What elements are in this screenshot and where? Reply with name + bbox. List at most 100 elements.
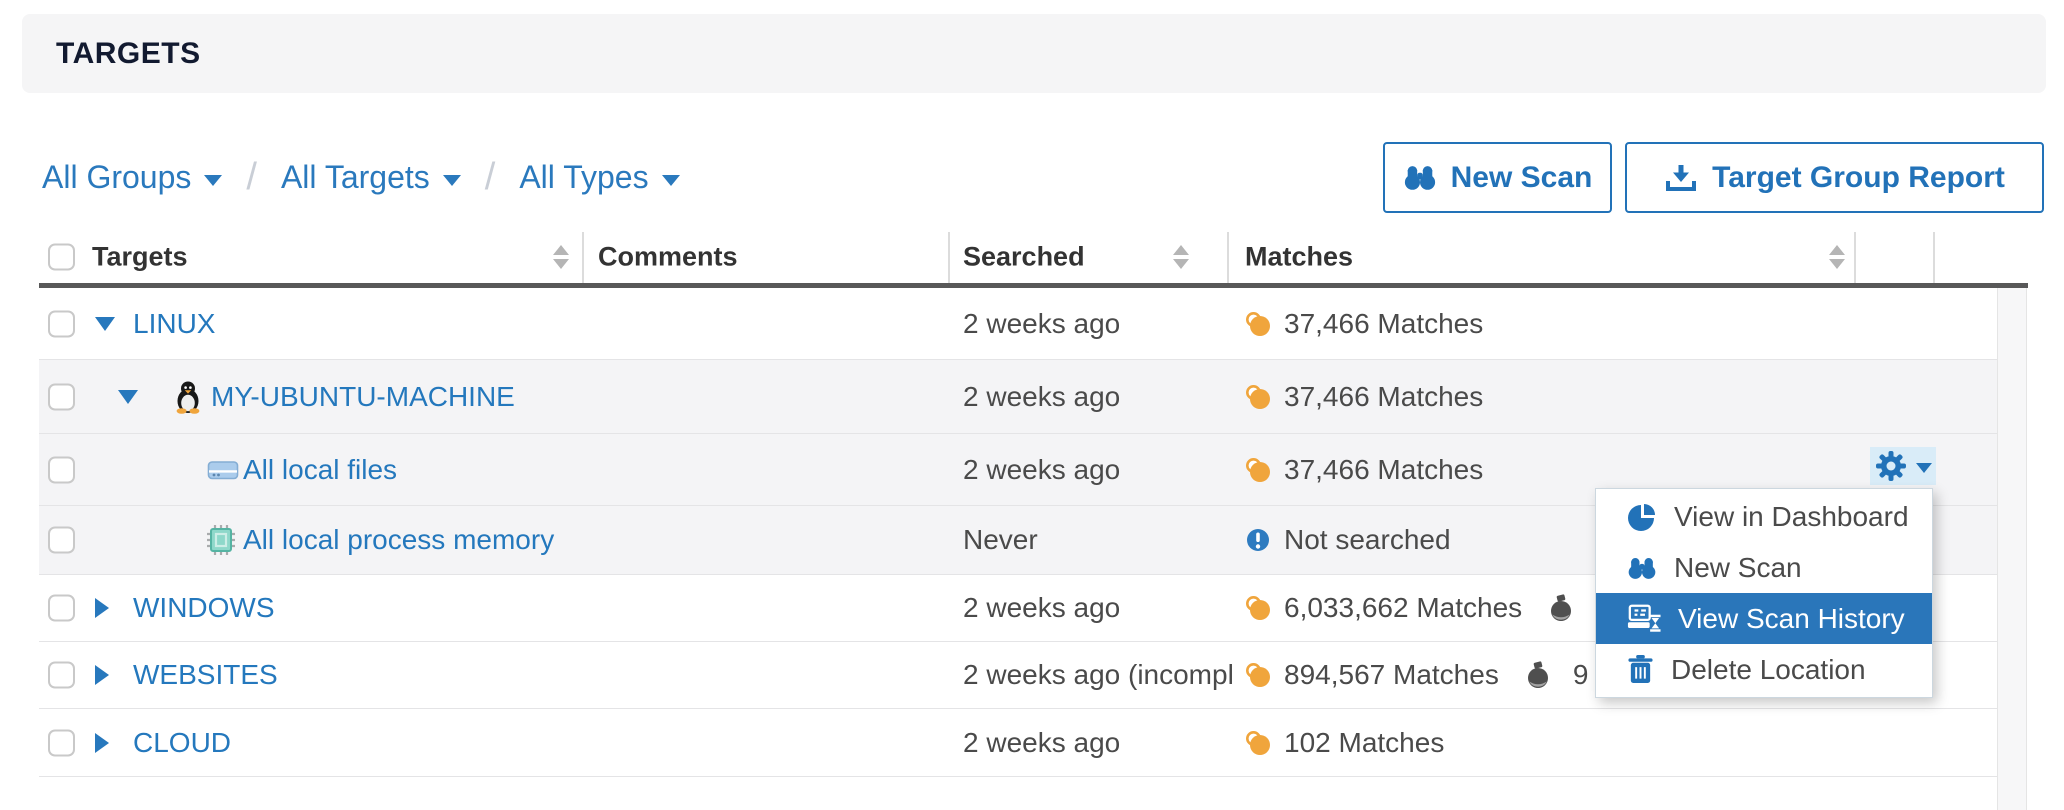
searched-cell: 2 weeks ago [963, 381, 1235, 413]
matches-badge-icon [1245, 730, 1271, 756]
searched-cell: 2 weeks ago [963, 592, 1235, 624]
target-group-link[interactable]: WEBSITES [133, 659, 278, 691]
row-checkbox[interactable] [48, 662, 75, 689]
matches-badge-icon [1245, 457, 1271, 483]
pie-chart-icon [1627, 502, 1657, 532]
table-scrollbar[interactable] [1997, 288, 2027, 810]
column-header-searched[interactable]: Searched [963, 241, 1085, 272]
filter-all-types-label: All Types [519, 159, 648, 196]
not-searched-icon [1245, 527, 1271, 553]
column-header-matches[interactable]: Matches [1245, 241, 1353, 272]
filter-all-groups-label: All Groups [42, 159, 191, 196]
binoculars-icon [1627, 556, 1657, 580]
matches-cell: 37,466 Matches [1245, 454, 1483, 486]
new-scan-button-label: New Scan [1451, 161, 1593, 195]
page-header: TARGETS [22, 14, 2046, 93]
table-row-linux: LINUX 2 weeks ago 37,466 Matches [39, 288, 1997, 360]
row-checkbox[interactable] [48, 310, 75, 337]
table-row-my-ubuntu-machine: MY-UBUNTU-MACHINE 2 weeks ago 37,466 Mat… [39, 360, 1997, 434]
row-checkbox[interactable] [48, 595, 75, 622]
searched-cell: 2 weeks ago [963, 454, 1235, 486]
matches-badge-icon [1245, 311, 1271, 337]
searched-cell: 2 weeks ago [963, 727, 1235, 759]
searched-cell: 2 weeks ago (incompl [963, 659, 1235, 691]
memory-chip-icon [207, 525, 235, 555]
matches-count: 102 Matches [1284, 727, 1444, 759]
menu-item-view-in-dashboard[interactable]: View in Dashboard [1596, 491, 1932, 542]
trash-icon [1627, 654, 1654, 685]
matches-cell: 37,466 Matches [1245, 381, 1483, 413]
menu-item-new-scan[interactable]: New Scan [1596, 542, 1932, 593]
menu-item-label: View in Dashboard [1674, 501, 1909, 533]
page-title: TARGETS [56, 37, 201, 71]
targets-page: TARGETS All Groups / All Targets / All T… [0, 0, 2064, 810]
filter-all-targets-label: All Targets [281, 159, 430, 196]
menu-item-delete-location[interactable]: Delete Location [1596, 644, 1932, 695]
target-link[interactable]: MY-UBUNTU-MACHINE [211, 381, 515, 413]
matches-cell: Not searched [1245, 524, 1451, 556]
new-scan-button[interactable]: New Scan [1383, 142, 1612, 213]
menu-item-label: Delete Location [1671, 654, 1866, 686]
test-data-flask-icon [1549, 594, 1573, 622]
sort-matches-icon[interactable] [1829, 245, 1845, 269]
secondary-count: 9 [1573, 659, 1589, 691]
searched-cell: 2 weeks ago [963, 308, 1235, 340]
matches-count: 894,567 Matches [1284, 659, 1499, 691]
matches-status: Not searched [1284, 524, 1451, 556]
column-divider [582, 232, 584, 283]
row-checkbox[interactable] [48, 383, 75, 410]
row-actions-gear-button[interactable] [1870, 447, 1936, 485]
matches-count: 37,466 Matches [1284, 308, 1483, 340]
column-header-comments[interactable]: Comments [598, 241, 738, 272]
row-checkbox[interactable] [48, 729, 75, 756]
binoculars-icon [1403, 164, 1437, 191]
chevron-down-icon [443, 175, 461, 186]
target-group-report-button[interactable]: Target Group Report [1625, 142, 2044, 213]
matches-badge-icon [1245, 662, 1271, 688]
filter-all-groups[interactable]: All Groups [42, 159, 222, 196]
table-row-cloud: CLOUD 2 weeks ago 102 Matches [39, 709, 1997, 777]
filter-breadcrumb: All Groups / All Targets / All Types [42, 142, 680, 213]
column-divider [1933, 232, 1935, 283]
menu-item-view-scan-history[interactable]: View Scan History [1596, 593, 1932, 644]
expand-caret-icon[interactable] [95, 665, 109, 685]
matches-count: 37,466 Matches [1284, 454, 1483, 486]
row-checkbox[interactable] [48, 527, 75, 554]
column-divider [1227, 232, 1229, 283]
filter-all-types[interactable]: All Types [519, 159, 679, 196]
chevron-down-icon [1916, 463, 1932, 473]
hard-drive-icon [207, 458, 239, 482]
collapse-caret-icon[interactable] [118, 390, 138, 404]
table-header: Targets Comments Searched Matches [39, 230, 1997, 283]
expand-caret-icon[interactable] [95, 733, 109, 753]
collapse-caret-icon[interactable] [95, 317, 115, 331]
gear-context-menu: View in Dashboard New Scan [1595, 488, 1933, 698]
location-link[interactable]: All local process memory [243, 524, 554, 556]
select-all-checkbox[interactable] [48, 243, 75, 270]
target-group-report-button-label: Target Group Report [1712, 161, 2005, 195]
target-group-link[interactable]: CLOUD [133, 727, 231, 759]
searched-cell: Never [963, 524, 1235, 556]
breadcrumb-separator: / [485, 156, 496, 199]
test-data-flask-icon [1526, 661, 1550, 689]
matches-cell: 6,033,662 Matches [1245, 592, 1573, 624]
target-group-link[interactable]: WINDOWS [133, 592, 275, 624]
filter-all-targets[interactable]: All Targets [281, 159, 461, 196]
targets-table: Targets Comments Searched Matches [39, 230, 1997, 283]
matches-badge-icon [1245, 384, 1271, 410]
target-group-link[interactable]: LINUX [133, 308, 215, 340]
chevron-down-icon [662, 175, 680, 186]
chevron-down-icon [204, 175, 222, 186]
location-link[interactable]: All local files [243, 454, 397, 486]
breadcrumb-separator: / [246, 156, 257, 199]
gear-icon [1875, 450, 1907, 482]
report-download-icon [1664, 163, 1698, 193]
sort-searched-icon[interactable] [1173, 245, 1189, 269]
matches-count: 37,466 Matches [1284, 381, 1483, 413]
column-header-targets[interactable]: Targets [92, 241, 188, 272]
row-checkbox[interactable] [48, 456, 75, 483]
expand-caret-icon[interactable] [95, 598, 109, 618]
tux-linux-icon [173, 380, 203, 414]
sort-targets-icon[interactable] [553, 245, 569, 269]
matches-cell: 37,466 Matches [1245, 308, 1483, 340]
